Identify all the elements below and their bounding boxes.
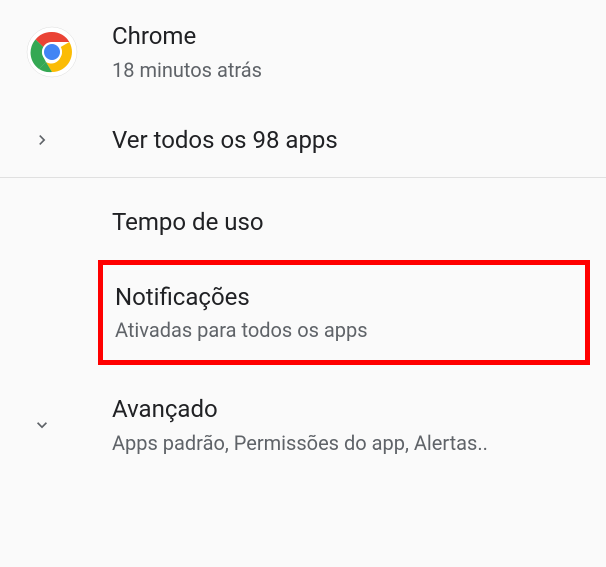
advanced-item[interactable]: Avançado Apps padrão, Permissões do app,…: [0, 373, 606, 477]
screen-time-item[interactable]: Tempo de uso: [0, 178, 606, 252]
app-name: Chrome: [112, 20, 582, 54]
notifications-item[interactable]: Notificações Ativadas para todos os apps: [98, 260, 590, 366]
see-all-apps-label: Ver todos os 98 apps: [112, 124, 582, 158]
app-time: 18 minutos atrás: [112, 56, 582, 84]
chevron-right-icon: [24, 130, 80, 150]
recent-app-item[interactable]: Chrome 18 minutos atrás: [0, 0, 606, 104]
chevron-down-icon: [24, 415, 80, 435]
chrome-icon: [24, 24, 80, 80]
notifications-subtitle: Ativadas para todos os apps: [115, 316, 573, 344]
advanced-title: Avançado: [112, 393, 582, 427]
screen-time-label: Tempo de uso: [112, 206, 582, 240]
see-all-apps-item[interactable]: Ver todos os 98 apps: [0, 104, 606, 178]
notifications-title: Notificações: [115, 281, 573, 315]
advanced-subtitle: Apps padrão, Permissões do app, Alertas.…: [112, 429, 582, 457]
